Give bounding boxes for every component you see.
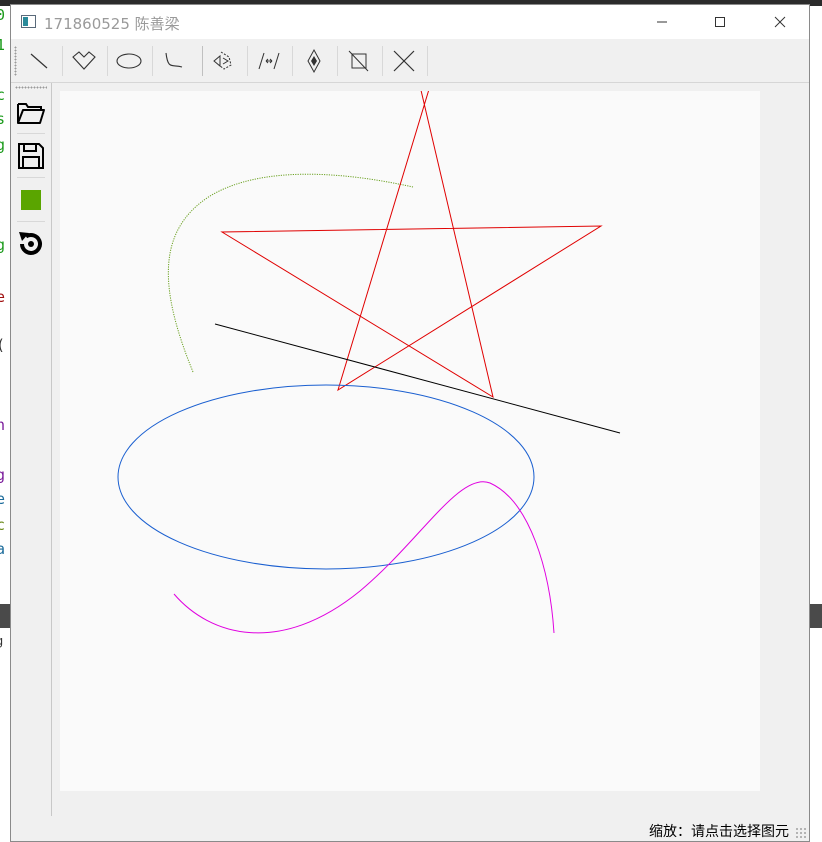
minimize-button[interactable] bbox=[639, 5, 685, 39]
curve-tool-icon bbox=[165, 52, 183, 68]
ellipse-blue[interactable] bbox=[117, 384, 535, 570]
maximize-icon bbox=[715, 17, 725, 27]
toolbar-separator bbox=[107, 46, 108, 76]
translate-tool-button[interactable] bbox=[204, 44, 244, 78]
color-button[interactable] bbox=[15, 184, 47, 216]
toolbar-separator bbox=[152, 46, 153, 76]
toolbar bbox=[11, 40, 809, 83]
close-button[interactable] bbox=[757, 5, 803, 39]
title-bar[interactable]: 171860525 陈善梁 bbox=[11, 5, 809, 39]
scale-tool-button[interactable] bbox=[294, 44, 334, 78]
ellipse-tool-button[interactable] bbox=[109, 44, 149, 78]
window-title: 171860525 陈善梁 bbox=[44, 15, 180, 33]
reset-canvas-button[interactable] bbox=[15, 228, 47, 260]
toolbar-separator bbox=[292, 46, 293, 76]
sidebar-separator bbox=[17, 177, 45, 178]
background-divider-right bbox=[810, 604, 822, 628]
app-icon bbox=[21, 15, 36, 28]
toolbar-separator bbox=[62, 46, 63, 76]
save-icon bbox=[18, 143, 44, 169]
curve-tool-button[interactable] bbox=[154, 44, 194, 78]
scale-tool-icon bbox=[307, 48, 321, 74]
drawing-canvas[interactable] bbox=[60, 85, 760, 791]
rotate-tool-button[interactable] bbox=[249, 44, 289, 78]
size-grip[interactable] bbox=[795, 827, 807, 839]
background-divider-left bbox=[0, 604, 10, 628]
clip-tool-button[interactable] bbox=[339, 44, 379, 78]
sidebar-separator bbox=[17, 133, 45, 134]
translate-tool-icon bbox=[213, 51, 232, 70]
canvas-svg bbox=[117, 85, 621, 634]
polygon-tool-button[interactable] bbox=[64, 44, 104, 78]
delete-tool-icon bbox=[393, 50, 415, 72]
toolbar-separator bbox=[382, 46, 383, 76]
reset-icon bbox=[19, 232, 42, 255]
toolbar-grip[interactable] bbox=[14, 46, 17, 76]
polygon-tool-icon bbox=[72, 51, 96, 70]
status-bar: 缩放：请点击选择图元 bbox=[11, 817, 809, 841]
main-window: 171860525 陈善梁 缩放：请点击选择图元 bbox=[10, 4, 810, 842]
open-folder-icon bbox=[17, 103, 45, 124]
curve-green-dotted[interactable] bbox=[167, 173, 414, 373]
minimize-icon bbox=[657, 21, 667, 23]
toolbar-separator bbox=[337, 46, 338, 76]
color-swatch bbox=[21, 190, 41, 210]
delete-tool-button[interactable] bbox=[384, 44, 424, 78]
line-tool-button[interactable] bbox=[19, 44, 59, 78]
close-icon bbox=[774, 16, 786, 28]
toolbar-separator bbox=[247, 46, 248, 76]
star-polygon[interactable] bbox=[220, 85, 603, 399]
ellipse-tool-icon bbox=[116, 53, 142, 69]
clip-tool-icon bbox=[348, 50, 369, 72]
side-toolbar bbox=[11, 83, 52, 816]
toolbar-separator bbox=[202, 46, 203, 76]
open-file-button[interactable] bbox=[15, 97, 47, 129]
rotate-tool-icon bbox=[258, 52, 280, 70]
curve-magenta[interactable] bbox=[173, 481, 555, 634]
sidebar-separator bbox=[17, 221, 45, 222]
background-ide-right bbox=[810, 6, 822, 842]
background-ide-editor: 0 1 c s g g e ( n g e c a g bbox=[0, 6, 10, 842]
line-tool-icon bbox=[30, 53, 48, 69]
status-text: 缩放：请点击选择图元 bbox=[649, 824, 789, 840]
side-toolbar-grip[interactable] bbox=[15, 86, 47, 89]
save-file-button[interactable] bbox=[15, 140, 47, 172]
maximize-button[interactable] bbox=[697, 5, 743, 39]
toolbar-separator bbox=[427, 46, 428, 76]
